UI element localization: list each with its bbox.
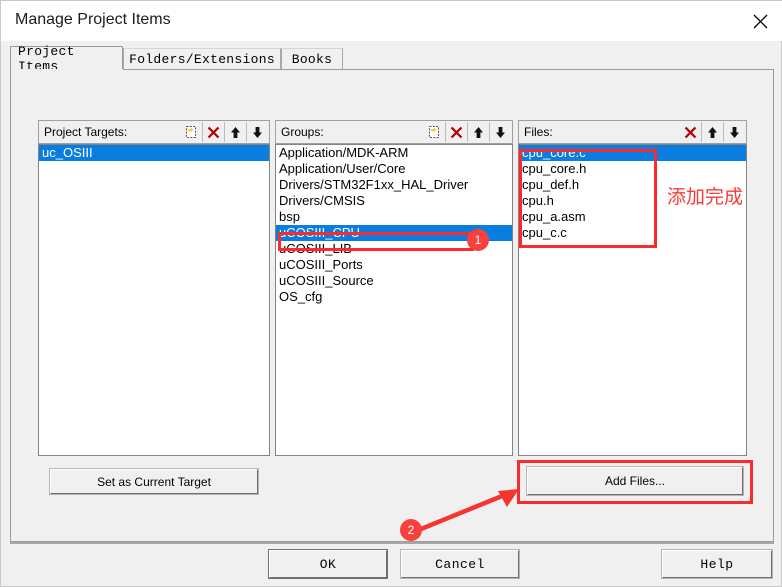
tab-books[interactable]: Books xyxy=(281,48,343,70)
delete-icon[interactable] xyxy=(680,122,701,142)
cancel-button[interactable]: Cancel xyxy=(400,549,520,579)
add-files-label: Add Files... xyxy=(604,474,666,488)
move-up-icon[interactable] xyxy=(702,122,723,142)
groups-list[interactable]: Application/MDK-ARM Application/User/Core… xyxy=(275,144,513,456)
file-item[interactable]: cpu_core.c xyxy=(519,145,746,161)
move-down-icon[interactable] xyxy=(247,122,268,142)
annotation-note-cn: 添加完成 xyxy=(667,186,744,208)
project-targets-list[interactable]: uc_OSIII xyxy=(38,144,270,456)
files-label: Files: xyxy=(524,125,553,139)
project-targets-header: Project Targets: xyxy=(38,120,270,144)
active-tab-mask xyxy=(11,69,123,71)
manage-project-items-dialog: Manage Project Items Project Items Folde… xyxy=(0,0,782,587)
window-title: Manage Project Items xyxy=(15,11,171,28)
project-target-item[interactable]: uc_OSIII xyxy=(39,145,269,161)
tab-label: Folders/Extensions xyxy=(129,52,275,67)
add-files-button[interactable]: Add Files... xyxy=(526,466,744,496)
tab-label: Books xyxy=(291,52,333,67)
group-item[interactable]: bsp xyxy=(276,209,512,225)
group-item[interactable]: uCOSIII_Ports xyxy=(276,257,512,273)
delete-icon[interactable] xyxy=(446,122,467,142)
ok-label: OK xyxy=(319,556,337,572)
file-item[interactable]: cpu_c.c xyxy=(519,225,746,241)
help-label: Help xyxy=(700,556,734,572)
annotation-badge-1: 1 xyxy=(467,229,489,251)
project-targets-toolbar xyxy=(181,122,268,142)
group-item[interactable]: Drivers/STM32F1xx_HAL_Driver xyxy=(276,177,512,193)
new-item-icon[interactable] xyxy=(181,122,202,142)
tab-strip: Project Items Folders/Extensions Books xyxy=(10,44,774,74)
files-header: Files: xyxy=(518,120,747,144)
move-up-icon[interactable] xyxy=(468,122,489,142)
group-item[interactable]: Application/User/Core xyxy=(276,161,512,177)
move-up-icon[interactable] xyxy=(225,122,246,142)
annotation-badge-2: 2 xyxy=(400,519,422,541)
footer-separator xyxy=(10,542,774,544)
help-button[interactable]: Help xyxy=(661,549,773,579)
project-targets-label: Project Targets: xyxy=(44,125,128,139)
groups-header: Groups: xyxy=(275,120,513,144)
set-as-current-target-label: Set as Current Target xyxy=(97,474,211,489)
close-icon[interactable] xyxy=(737,1,782,41)
cancel-label: Cancel xyxy=(435,556,485,572)
groups-label: Groups: xyxy=(281,125,324,139)
file-item[interactable]: cpu_core.h xyxy=(519,161,746,177)
new-item-icon[interactable] xyxy=(424,122,445,142)
tab-folders-extensions[interactable]: Folders/Extensions xyxy=(123,48,281,70)
group-item[interactable]: uCOSIII_Source xyxy=(276,273,512,289)
groups-toolbar xyxy=(424,122,511,142)
group-item[interactable]: Application/MDK-ARM xyxy=(276,145,512,161)
move-down-icon[interactable] xyxy=(724,122,745,142)
group-item[interactable]: Drivers/CMSIS xyxy=(276,193,512,209)
tab-project-items[interactable]: Project Items xyxy=(10,44,123,74)
delete-icon[interactable] xyxy=(203,122,224,142)
move-down-icon[interactable] xyxy=(490,122,511,142)
set-as-current-target-button[interactable]: Set as Current Target xyxy=(49,468,259,495)
ok-button[interactable]: OK xyxy=(268,549,388,579)
file-item[interactable]: cpu_a.asm xyxy=(519,209,746,225)
group-item[interactable]: OS_cfg xyxy=(276,289,512,305)
files-toolbar xyxy=(680,122,745,142)
title-bar: Manage Project Items xyxy=(1,1,782,41)
